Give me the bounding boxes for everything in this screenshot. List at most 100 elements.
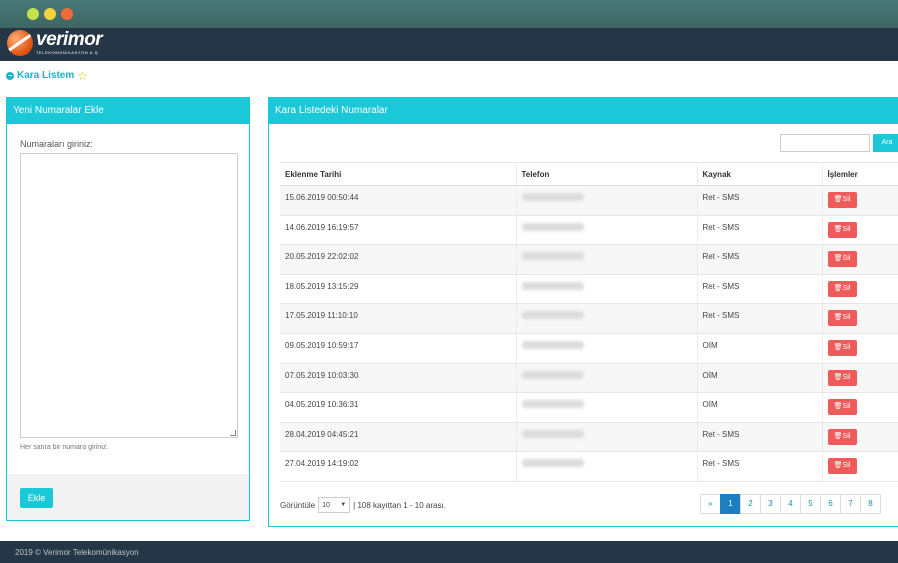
table-row: 20.05.2019 22:02:02 Ret - SMS 🗑Sil xyxy=(280,244,898,275)
redacted-phone xyxy=(521,429,584,438)
page-size-label: Görüntüle xyxy=(280,500,316,510)
table-row: 14.06.2019 16:19:57 Ret - SMS 🗑Sil xyxy=(280,215,898,246)
search-input[interactable] xyxy=(780,134,870,152)
favorite-star-icon[interactable]: ☆ xyxy=(77,70,88,82)
column-header-source[interactable]: Kaynak xyxy=(696,162,822,186)
redacted-phone xyxy=(521,370,584,379)
row-actions: 🗑Sil xyxy=(821,185,898,216)
trash-icon: 🗑 xyxy=(833,432,843,440)
page-3[interactable]: 3 xyxy=(760,494,781,514)
redacted-phone xyxy=(521,340,584,349)
page-prev[interactable]: « xyxy=(700,494,721,514)
numbers-hint: Her satıra bir numara giriniz. xyxy=(20,444,109,451)
delete-button[interactable]: 🗑Sil xyxy=(827,280,857,297)
delete-button[interactable]: 🗑Sil xyxy=(827,399,857,416)
window-minimize-button[interactable] xyxy=(44,8,56,20)
row-phone xyxy=(515,392,697,423)
row-actions: 🗑Sil xyxy=(821,451,898,482)
row-date: 04.05.2019 10:36:31 xyxy=(280,392,516,423)
page-4[interactable]: 4 xyxy=(780,494,801,514)
row-actions: 🗑Sil xyxy=(821,244,898,275)
redacted-phone xyxy=(521,459,584,468)
delete-button[interactable]: 🗑Sil xyxy=(827,310,857,327)
top-navbar: verimor TELEKOMÜNİKASYON A.Ş. xyxy=(0,28,898,61)
delete-button[interactable]: 🗑Sil xyxy=(827,428,857,445)
column-header-date[interactable]: Eklenme Tarihi xyxy=(280,162,516,186)
row-phone xyxy=(515,303,697,334)
delete-button[interactable]: 🗑Sil xyxy=(827,192,857,208)
row-phone xyxy=(515,333,697,364)
trash-icon: 🗑 xyxy=(833,284,843,292)
column-header-phone[interactable]: Telefon xyxy=(515,162,697,186)
table-header-row: Eklenme Tarihi Telefon Kaynak İşlemler xyxy=(280,162,898,186)
page-size-select[interactable]: 10 ▼ xyxy=(318,497,351,513)
add-numbers-panel: Yeni Numaralar Ekle Numaraları giriniz: … xyxy=(6,97,250,521)
copyright-text: 2019 © Verimor Telekomünikasyon xyxy=(15,548,139,557)
page-8[interactable]: 8 xyxy=(860,494,881,514)
row-date: 28.04.2019 04:45:21 xyxy=(280,422,516,453)
row-source: OİM xyxy=(696,333,822,364)
trash-icon: 🗑 xyxy=(833,225,843,233)
blacklist-panel: Kara Listedeki Numaralar Ara Eklenme Tar… xyxy=(268,97,898,527)
page-title: Kara Listem xyxy=(17,70,75,81)
row-date: 20.05.2019 22:02:02 xyxy=(280,244,516,275)
table-row: 17.05.2019 11:10:10 Ret - SMS 🗑Sil xyxy=(280,303,898,334)
redacted-phone xyxy=(521,252,584,261)
redacted-phone xyxy=(521,311,584,320)
row-phone xyxy=(515,422,697,453)
row-date: 17.05.2019 11:10:10 xyxy=(280,303,516,334)
blacklist-panel-title: Kara Listedeki Numaralar xyxy=(269,98,898,124)
row-date: 09.05.2019 10:59:17 xyxy=(280,333,516,364)
table-row: 18.05.2019 13:15:29 Ret - SMS 🗑Sil xyxy=(280,274,898,305)
table-row: 28.04.2019 04:45:21 Ret - SMS 🗑Sil xyxy=(280,422,898,453)
collapse-minus-icon[interactable] xyxy=(6,71,14,80)
row-phone xyxy=(515,274,697,305)
row-phone xyxy=(515,215,697,246)
window-maximize-button[interactable] xyxy=(27,8,39,20)
redacted-phone xyxy=(521,193,584,201)
row-date: 14.06.2019 16:19:57 xyxy=(280,215,516,246)
delete-button[interactable]: 🗑Sil xyxy=(827,251,857,268)
pagination: « 1 2 3 4 5 6 7 8 xyxy=(700,494,881,514)
table-row: 09.05.2019 10:59:17 OİM 🗑Sil xyxy=(280,333,898,364)
numbers-textarea[interactable] xyxy=(20,153,238,438)
redacted-phone xyxy=(521,281,584,290)
row-source: Ret - SMS xyxy=(696,451,822,482)
row-actions: 🗑Sil xyxy=(821,392,898,423)
page-6[interactable]: 6 xyxy=(820,494,841,514)
delete-button[interactable]: 🗑Sil xyxy=(827,458,857,475)
trash-icon: 🗑 xyxy=(833,196,843,203)
delete-button[interactable]: 🗑Sil xyxy=(827,339,857,356)
trash-icon: 🗑 xyxy=(833,462,843,470)
row-source: Ret - SMS xyxy=(696,303,822,334)
row-actions: 🗑Sil xyxy=(821,215,898,246)
row-actions: 🗑Sil xyxy=(821,363,898,394)
brand-name: verimor xyxy=(36,29,103,50)
trash-icon: 🗑 xyxy=(833,255,843,263)
page-5[interactable]: 5 xyxy=(800,494,821,514)
table-row: 27.04.2019 14:19:02 Ret - SMS 🗑Sil xyxy=(280,451,898,482)
row-phone xyxy=(515,244,697,275)
row-phone xyxy=(515,185,697,216)
brand-tagline: TELEKOMÜNİKASYON A.Ş. xyxy=(36,50,100,55)
row-date: 15.06.2019 00:50:44 xyxy=(280,185,516,216)
table-row: 07.05.2019 10:03:30 OİM 🗑Sil xyxy=(280,363,898,394)
page-1[interactable]: 1 xyxy=(720,494,741,514)
page-2[interactable]: 2 xyxy=(740,494,761,514)
window-titlebar xyxy=(0,0,898,28)
row-source: Ret - SMS xyxy=(696,215,822,246)
row-actions: 🗑Sil xyxy=(821,274,898,305)
brand-logo[interactable]: verimor TELEKOMÜNİKASYON A.Ş. xyxy=(7,29,103,56)
page-7[interactable]: 7 xyxy=(840,494,861,514)
search-button[interactable]: Ara xyxy=(873,134,898,152)
delete-button[interactable]: 🗑Sil xyxy=(827,369,857,386)
add-button[interactable]: Ekle xyxy=(20,488,53,508)
row-source: Ret - SMS xyxy=(696,244,822,275)
resize-grip-icon[interactable] xyxy=(230,430,236,436)
trash-icon: 🗑 xyxy=(833,373,843,381)
add-numbers-footer: Ekle xyxy=(7,474,249,520)
logo-ball-icon xyxy=(7,30,33,56)
row-source: Ret - SMS xyxy=(696,185,822,216)
delete-button[interactable]: 🗑Sil xyxy=(827,221,857,238)
window-close-button[interactable] xyxy=(61,8,73,20)
